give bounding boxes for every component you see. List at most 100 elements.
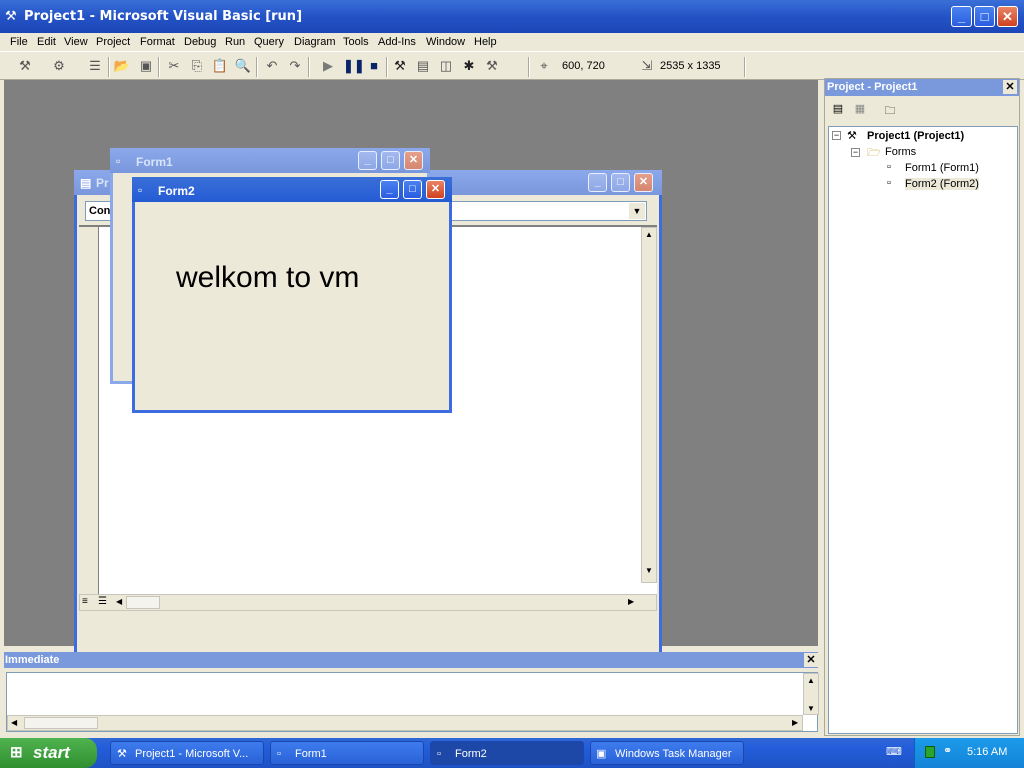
- task-manager-icon: ▣: [596, 748, 607, 760]
- scroll-left-icon[interactable]: ◀: [11, 718, 17, 727]
- redo-icon[interactable]: ↷: [286, 57, 304, 75]
- scroll-down-icon[interactable]: ▼: [642, 566, 656, 580]
- menu-diagram[interactable]: Diagram: [294, 36, 336, 48]
- properties-window-icon[interactable]: ▤: [414, 57, 432, 75]
- standard-toolbar: ⚒ ⚙ ☰ 📂 ▣ ✂ ⎘ 📋 🔍 ↶ ↷ ▶ ❚❚ ■ ⚒ ▤ ◫ ✱ ⚒ ⌖…: [0, 53, 1024, 80]
- horizontal-scrollbar[interactable]: ≡ ☰ ◀ ▶: [79, 594, 657, 611]
- copy-icon[interactable]: ⎘: [188, 57, 206, 75]
- collapse-icon[interactable]: −: [851, 148, 860, 157]
- task-form1[interactable]: ▫ Form1: [270, 741, 424, 765]
- position-readout: 600, 720: [562, 60, 605, 72]
- menu-debug[interactable]: Debug: [184, 36, 216, 48]
- scroll-left-icon[interactable]: ◀: [116, 597, 122, 606]
- cut-icon[interactable]: ✂: [165, 57, 183, 75]
- scroll-right-icon[interactable]: ▶: [628, 597, 634, 606]
- immediate-header[interactable]: Immediate ✕: [4, 652, 818, 668]
- code-close-button[interactable]: ✕: [634, 173, 653, 192]
- immediate-vertical-scrollbar[interactable]: ▲ ▼: [803, 673, 819, 715]
- menu-editor-icon[interactable]: ☰: [86, 57, 104, 75]
- toolbox-icon[interactable]: ⚒: [483, 57, 501, 75]
- form2-maximize-button[interactable]: □: [403, 180, 422, 199]
- start-icon[interactable]: ▶: [319, 57, 337, 75]
- task-windows-task-manager[interactable]: ▣ Windows Task Manager: [590, 741, 744, 765]
- form1-maximize-button[interactable]: □: [381, 151, 400, 170]
- menu-format[interactable]: Format: [140, 36, 175, 48]
- project-explorer-header[interactable]: Project - Project1 ✕: [825, 79, 1019, 96]
- project-explorer-title: Project - Project1: [827, 81, 918, 93]
- view-code-icon[interactable]: ▤: [829, 102, 847, 120]
- immediate-horizontal-scrollbar[interactable]: ◀ ▶: [7, 715, 803, 731]
- close-button[interactable]: ✕: [997, 6, 1018, 27]
- menu-view[interactable]: View: [64, 36, 88, 48]
- add-form-icon[interactable]: ⚙: [50, 57, 68, 75]
- scroll-thumb[interactable]: [126, 596, 160, 609]
- vb-app-icon: ⚒: [5, 8, 17, 23]
- form1-title-bar[interactable]: ▫ Form1 _ □ ✕: [110, 148, 430, 173]
- vertical-scrollbar[interactable]: ▲ ▼: [641, 227, 657, 583]
- code-maximize-button[interactable]: □: [611, 173, 630, 192]
- system-tray: ⚭ 5:16 AM: [914, 738, 1024, 768]
- save-project-icon[interactable]: ▣: [137, 57, 155, 75]
- maximize-button[interactable]: □: [974, 6, 995, 27]
- open-project-icon[interactable]: 📂: [113, 57, 131, 75]
- chevron-down-icon[interactable]: ▼: [629, 203, 645, 219]
- scroll-right-icon[interactable]: ▶: [792, 718, 798, 727]
- break-icon[interactable]: ❚❚: [343, 57, 365, 75]
- scroll-thumb[interactable]: [24, 717, 98, 729]
- view-object-icon[interactable]: ▦: [851, 102, 869, 120]
- project-explorer-icon[interactable]: ⚒: [391, 57, 409, 75]
- task-vb-project[interactable]: ⚒ Project1 - Microsoft V...: [110, 741, 264, 765]
- form1-close-button[interactable]: ✕: [404, 151, 423, 170]
- immediate-text-area[interactable]: ▲ ▼ ◀ ▶: [6, 672, 819, 732]
- project-root[interactable]: Project1 (Project1): [867, 130, 964, 142]
- tree-item-form1[interactable]: Form1 (Form1): [905, 162, 979, 174]
- form2-close-button[interactable]: ✕: [426, 180, 445, 199]
- undo-icon[interactable]: ↶: [263, 57, 281, 75]
- close-icon[interactable]: ✕: [1003, 80, 1017, 94]
- code-minimize-button[interactable]: _: [588, 173, 607, 192]
- scroll-down-icon[interactable]: ▼: [807, 704, 815, 713]
- form-icon: ▫: [887, 177, 891, 189]
- network-icon[interactable]: ⚭: [943, 744, 952, 757]
- clock[interactable]: 5:16 AM: [967, 746, 1007, 758]
- form1-title: Form1: [136, 155, 173, 169]
- menu-edit[interactable]: Edit: [37, 36, 56, 48]
- menu-window[interactable]: Window: [426, 36, 465, 48]
- add-project-icon[interactable]: ⚒: [16, 57, 34, 75]
- menu-file[interactable]: File: [10, 36, 28, 48]
- menu-add-ins[interactable]: Add-Ins: [378, 36, 416, 48]
- collapse-icon[interactable]: −: [832, 131, 841, 140]
- keyboard-icon[interactable]: ⌨: [886, 745, 902, 758]
- tree-forms-folder[interactable]: Forms: [885, 146, 916, 158]
- task-form2[interactable]: ▫ Form2: [430, 741, 584, 765]
- object-browser-icon[interactable]: ✱: [460, 57, 478, 75]
- form-icon: ▫: [437, 748, 441, 760]
- form2-title-bar[interactable]: ▫ Form2 _ □ ✕: [132, 177, 452, 202]
- form-layout-icon[interactable]: ◫: [437, 57, 455, 75]
- menu-help[interactable]: Help: [474, 36, 497, 48]
- tree-item-form2[interactable]: Form2 (Form2): [905, 178, 979, 190]
- minimize-button[interactable]: _: [951, 6, 972, 27]
- toggle-folders-icon[interactable]: 🗀: [881, 102, 899, 120]
- form2-window[interactable]: ▫ Form2 _ □ ✕ welkom to vm: [132, 177, 452, 413]
- form-icon: ▫: [138, 183, 143, 197]
- end-icon[interactable]: ■: [365, 57, 383, 75]
- menu-project[interactable]: Project: [96, 36, 130, 48]
- menu-tools[interactable]: Tools: [343, 36, 369, 48]
- procedure-view-icon[interactable]: ≡: [82, 596, 88, 607]
- find-icon[interactable]: 🔍: [234, 57, 252, 75]
- paste-icon[interactable]: 📋: [211, 57, 229, 75]
- start-button[interactable]: ⊞ start: [0, 738, 97, 768]
- close-icon[interactable]: ✕: [804, 653, 818, 667]
- scroll-up-icon[interactable]: ▲: [807, 676, 815, 685]
- main-title-bar[interactable]: ⚒ Project1 - Microsoft Visual Basic [run…: [0, 0, 1024, 33]
- form1-minimize-button[interactable]: _: [358, 151, 377, 170]
- task-manager-tray-icon[interactable]: [925, 746, 935, 758]
- scroll-up-icon[interactable]: ▲: [642, 230, 656, 244]
- menu-run[interactable]: Run: [225, 36, 245, 48]
- full-module-view-icon[interactable]: ☰: [98, 596, 107, 607]
- project-tree[interactable]: − ⚒ Project1 (Project1) − 🗁 Forms ▫ Form…: [828, 126, 1018, 734]
- menu-query[interactable]: Query: [254, 36, 284, 48]
- mdi-workspace: ▤ Pr _ □ ✕ Con ▼ ▲ ▼ ≡ ☰ ◀ ▶ ▫ Form1 _ □…: [4, 80, 818, 705]
- form2-minimize-button[interactable]: _: [380, 180, 399, 199]
